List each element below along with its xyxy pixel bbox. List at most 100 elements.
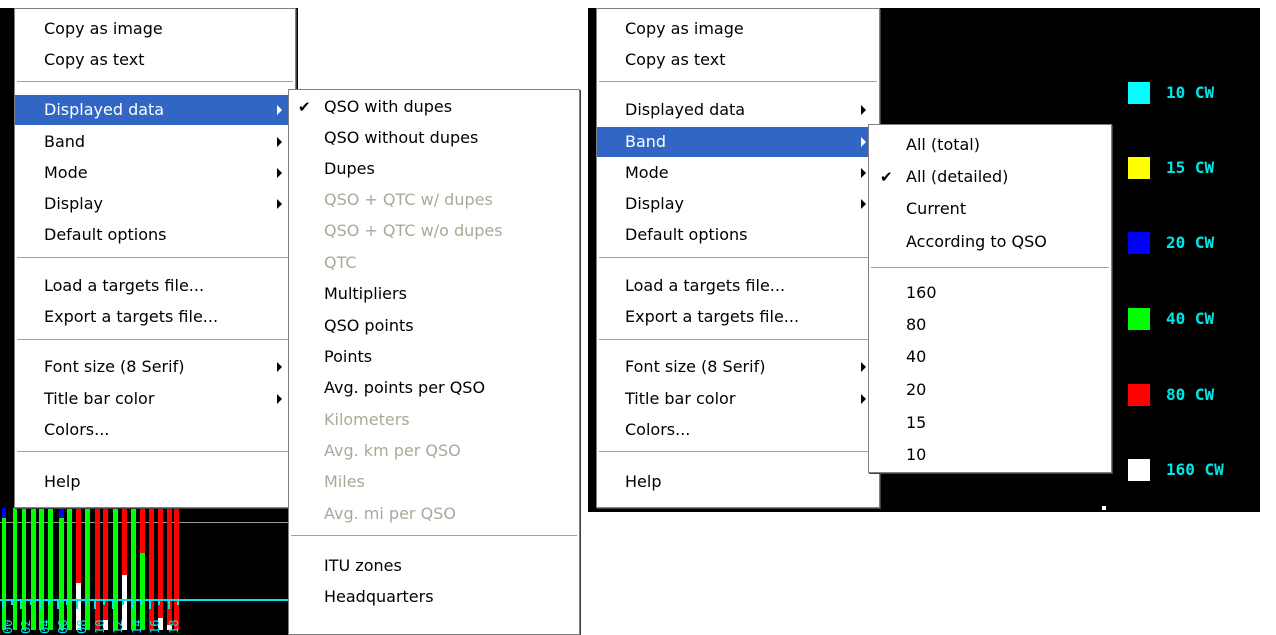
legend-label: 20 CW [1166, 233, 1215, 252]
menu-item-label: Title bar color [625, 389, 736, 408]
menu-item-label: ITU zones [324, 556, 402, 575]
mouse-cursor-icon [1102, 506, 1106, 510]
menu-item-default-options[interactable]: Default options [597, 220, 879, 250]
menu-item-qso-with-dupes[interactable]: ✔ QSO with dupes [289, 92, 579, 122]
menu-item-band-80[interactable]: 80 [869, 310, 1111, 340]
menu-item-miles[interactable]: Miles [289, 467, 579, 497]
chart-bar-segment [131, 508, 136, 630]
menu-item-band-all-total[interactable]: All (total) [869, 130, 1111, 160]
chart-bar-segment [174, 508, 179, 630]
menu-item-label: Colors... [625, 420, 691, 439]
chart-bar-segment [76, 508, 81, 583]
menu-item-kilometers[interactable]: Kilometers [289, 405, 579, 435]
chart-bar-segment [85, 508, 90, 630]
menu-item-export-a-targets-file[interactable]: Export a targets file... [15, 302, 295, 332]
legend-swatch-15-cw [1128, 157, 1150, 179]
menu-item-label: Mode [625, 163, 669, 182]
menu-item-label: 160 [906, 283, 937, 302]
menu-item-title-bar-color[interactable]: Title bar color [597, 384, 879, 414]
menu-item-headquarters[interactable]: Headquarters [289, 582, 579, 612]
chart-bar-segment [140, 508, 145, 553]
x-tick-label: 04 [37, 619, 52, 634]
menu-item-avg-km-per-qso[interactable]: Avg. km per QSO [289, 436, 579, 466]
submenu-arrow-icon [861, 105, 866, 115]
chart-bar-segment [31, 508, 36, 630]
menu-item-copy-as-image[interactable]: Copy as image [15, 14, 295, 44]
menu-item-qso-qtc-w-dupes[interactable]: QSO + QTC w/ dupes [289, 185, 579, 215]
submenu-arrow-icon [861, 199, 866, 209]
menu-item-label: Default options [625, 225, 748, 244]
menu-item-display[interactable]: Display [597, 189, 879, 219]
menu-item-mode[interactable]: Mode [15, 158, 295, 188]
menu-item-label: 15 [906, 413, 927, 432]
chart-bar-segment [95, 508, 100, 630]
menu-item-displayed-data[interactable]: Displayed data [15, 95, 295, 125]
menu-item-label: Avg. points per QSO [324, 378, 486, 397]
menu-item-qso-points[interactable]: QSO points [289, 311, 579, 341]
menu-item-band-40[interactable]: 40 [869, 342, 1111, 372]
menu-item-label: Export a targets file... [44, 307, 219, 326]
menu-item-label: Band [625, 132, 667, 151]
menu-item-displayed-data[interactable]: Displayed data [597, 95, 879, 125]
menu-item-help[interactable]: Help [15, 467, 295, 497]
menu-item-display[interactable]: Display [15, 189, 295, 219]
menu-item-label: Avg. mi per QSO [324, 504, 456, 523]
menu-item-band[interactable]: Band [597, 127, 879, 157]
checkmark-icon: ✔ [298, 98, 311, 116]
legend-swatch-160-cw [1128, 459, 1150, 481]
menu-item-avg-points-per-qso[interactable]: Avg. points per QSO [289, 373, 579, 403]
menu-item-help[interactable]: Help [597, 467, 879, 497]
menu-item-band-160[interactable]: 160 [869, 278, 1111, 308]
menu-item-band-20[interactable]: 20 [869, 375, 1111, 405]
menu-item-band-according-to-qso[interactable]: According to QSO [869, 227, 1111, 257]
menu-item-label: All (total) [906, 135, 980, 154]
menu-item-multipliers[interactable]: Multipliers [289, 279, 579, 309]
menu-item-label: Copy as image [44, 19, 163, 38]
menu-item-label: Mode [44, 163, 88, 182]
menu-item-label: Displayed data [625, 100, 746, 119]
menu-item-label: Display [625, 194, 684, 213]
menu-item-copy-as-text[interactable]: Copy as text [597, 45, 879, 75]
menu-item-label: Colors... [44, 420, 110, 439]
x-tick-label: 06 [56, 619, 71, 634]
x-axis-tick [94, 599, 96, 609]
x-axis-tick [57, 599, 60, 609]
submenu-arrow-icon [277, 105, 282, 115]
menu-item-band[interactable]: Band [15, 127, 295, 157]
chart-bar-segment [149, 508, 154, 630]
checkmark-icon: ✔ [880, 168, 893, 186]
menu-separator [17, 451, 293, 452]
menu-item-title-bar-color[interactable]: Title bar color [15, 384, 295, 414]
menu-item-qtc[interactable]: QTC [289, 248, 579, 278]
menu-item-mode[interactable]: Mode [597, 158, 879, 188]
menu-item-band-15[interactable]: 15 [869, 408, 1111, 438]
menu-item-load-a-targets-file[interactable]: Load a targets file... [15, 271, 295, 301]
chart-bar-segment [140, 553, 145, 630]
chart-bar-segment [2, 508, 6, 518]
menu-item-load-a-targets-file[interactable]: Load a targets file... [597, 271, 879, 301]
menu-item-points[interactable]: Points [289, 342, 579, 372]
x-axis-tick [38, 599, 41, 609]
menu-item-dupes[interactable]: Dupes [289, 154, 579, 184]
menu-item-copy-as-text[interactable]: Copy as text [15, 45, 295, 75]
menu-item-qso-without-dupes[interactable]: QSO without dupes [289, 123, 579, 153]
menu-item-band-all-detailed[interactable]: ✔ All (detailed) [869, 162, 1111, 192]
menu-item-export-a-targets-file[interactable]: Export a targets file... [597, 302, 879, 332]
menu-item-band-10[interactable]: 10 [869, 440, 1111, 470]
menu-item-itu-zones[interactable]: ITU zones [289, 551, 579, 581]
x-tick-label: 02 [19, 619, 34, 634]
menu-item-copy-as-image[interactable]: Copy as image [597, 14, 879, 44]
x-tick-label: 00 [1, 619, 15, 634]
menu-item-colors[interactable]: Colors... [597, 415, 879, 445]
menu-item-font-size-8-serif[interactable]: Font size (8 Serif) [15, 352, 295, 382]
menu-item-qso-qtc-w-o-dupes[interactable]: QSO + QTC w/o dupes [289, 216, 579, 246]
menu-item-avg-mi-per-qso[interactable]: Avg. mi per QSO [289, 499, 579, 529]
x-tick-label: 10 [93, 619, 107, 634]
menu-item-label: Avg. km per QSO [324, 441, 461, 460]
menu-item-colors[interactable]: Colors... [15, 415, 295, 445]
menu-item-label: Export a targets file... [625, 307, 800, 326]
menu-item-default-options[interactable]: Default options [15, 220, 295, 250]
menu-item-font-size-8-serif[interactable]: Font size (8 Serif) [597, 352, 879, 382]
menu-separator [17, 257, 293, 258]
menu-item-band-current[interactable]: Current [869, 194, 1111, 224]
